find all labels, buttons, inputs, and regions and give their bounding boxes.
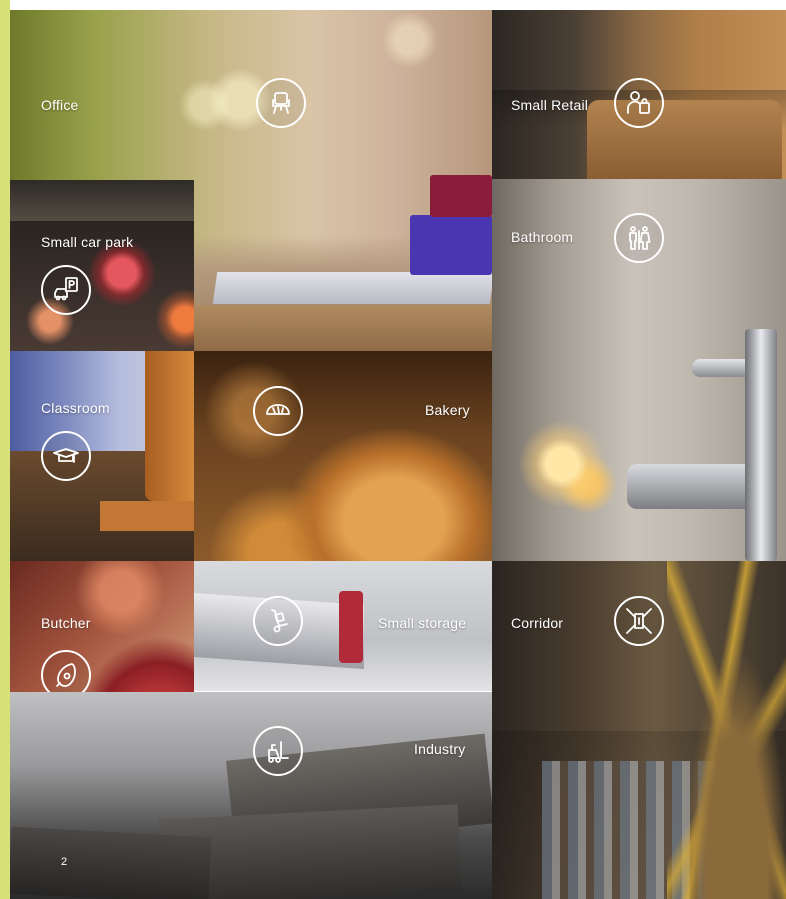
tile-label-butcher: Butcher [41, 615, 91, 631]
tile-label-small-retail: Small Retail [511, 97, 589, 113]
tile-small-car-park: Small car park [10, 221, 194, 351]
shopper-bag-icon [614, 78, 664, 128]
bathroom-photo-detail [692, 359, 752, 377]
graduation-cap-icon [41, 431, 91, 481]
corridor-photo-detail [667, 561, 786, 899]
forklift-icon [253, 726, 303, 776]
top-margin [10, 0, 786, 10]
bread-icon [253, 386, 303, 436]
page-number: 2 [61, 856, 68, 868]
tile-label-corridor: Corridor [511, 615, 564, 631]
accent-bar [0, 0, 10, 899]
hand-truck-icon [253, 596, 303, 646]
classroom-photo-detail [100, 501, 194, 531]
office-photo-detail [430, 175, 492, 217]
bathroom-photo-detail [627, 464, 752, 509]
tile-label-bakery: Bakery [425, 402, 470, 418]
tile-small-storage: Small storage [194, 561, 492, 692]
tile-bakery: Bakery [194, 351, 492, 561]
tile-divider [194, 691, 492, 692]
tile-label-small-car-park: Small car park [41, 234, 134, 250]
corridor-door-icon [614, 596, 664, 646]
tile-classroom: Classroom [10, 351, 194, 561]
office-photo-detail [194, 305, 492, 351]
storage-photo-detail [339, 591, 363, 663]
classroom-photo-detail [145, 351, 194, 501]
car-parking-icon [41, 265, 91, 315]
tile-industry: Industry [10, 692, 492, 899]
tile-bathroom: Bathroom [492, 179, 786, 561]
office-photo-detail [410, 215, 492, 275]
industry-photo-detail [10, 826, 212, 899]
tile-small-retail: Small Retail [492, 10, 786, 179]
office-photo-detail [212, 272, 492, 304]
tile-label-office: Office [41, 97, 79, 113]
bathroom-photo-detail [745, 329, 777, 561]
tile-label-bathroom: Bathroom [511, 229, 574, 245]
tile-label-classroom: Classroom [41, 400, 110, 416]
tile-label-industry: Industry [414, 741, 466, 757]
tile-corridor: Corridor [492, 561, 786, 899]
restroom-people-icon [614, 213, 664, 263]
tile-label-small-storage: Small storage [378, 615, 467, 631]
office-chair-icon [256, 78, 306, 128]
